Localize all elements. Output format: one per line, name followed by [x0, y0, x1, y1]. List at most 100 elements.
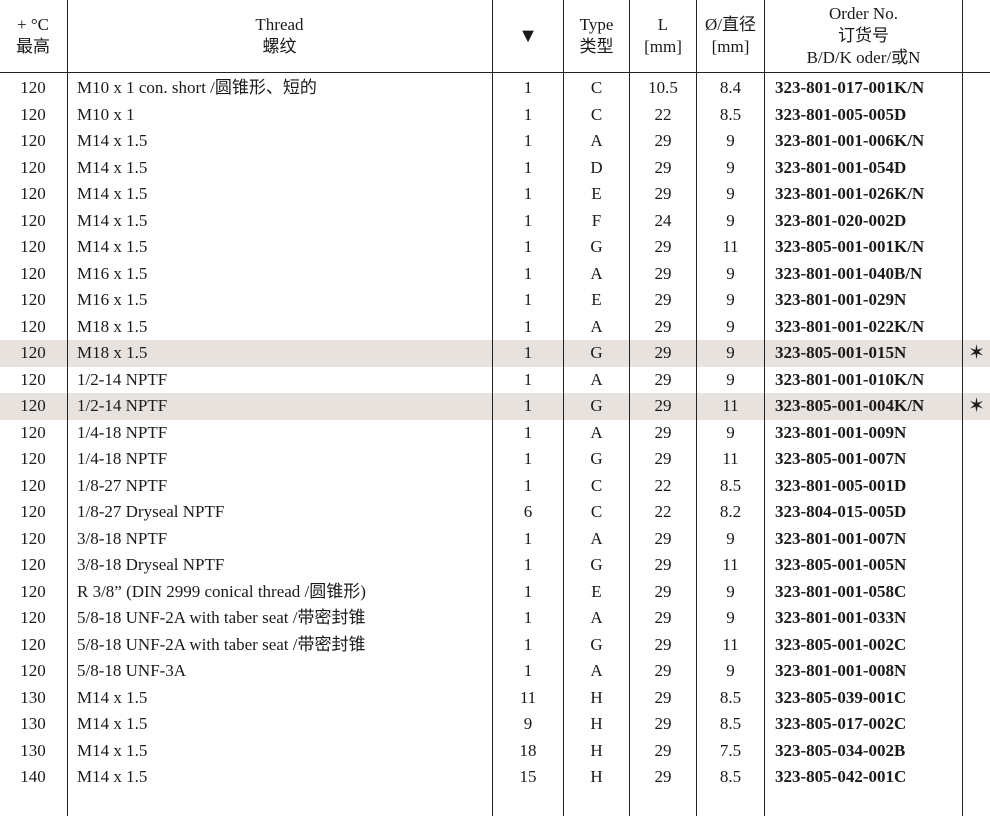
- order-number-cell: 323-801-005-001D: [775, 475, 907, 495]
- col-divider: [764, 0, 765, 816]
- triangle-down-icon: ▼: [518, 25, 538, 47]
- diameter-cell: 9: [726, 422, 735, 442]
- length-cell: 29: [654, 263, 672, 283]
- thread-cell: 5/8-18 UNF-2A with taber seat /带密封锥: [77, 608, 366, 627]
- temp-cell: 120: [20, 661, 46, 680]
- thread-cell: M14 x 1.5: [77, 740, 148, 760]
- length-cell: 29: [654, 581, 672, 601]
- quantity-cell: 1: [523, 634, 533, 654]
- temp-cell: 120: [20, 475, 46, 495]
- length-cell: 29: [654, 714, 672, 733]
- temp-cell: 120: [20, 369, 46, 389]
- quantity-cell: 1: [523, 210, 533, 230]
- order-number-cell: 323-805-042-001C: [775, 767, 907, 786]
- length-cell: 29: [654, 369, 672, 389]
- quantity-cell: 1: [523, 263, 533, 283]
- temp-cell: 120: [20, 608, 46, 627]
- order-number-cell: 323-801-001-054D: [775, 157, 907, 177]
- quantity-cell: 1: [523, 661, 533, 680]
- temp-cell: 120: [20, 184, 46, 203]
- order-number-cell: 323-801-001-006K/N: [775, 131, 925, 150]
- table-row: 120 5/8-18 UNF-3A 1 A 29 9 323-801-001-008N: [0, 658, 990, 685]
- length-cell: 29: [654, 237, 672, 256]
- thread-cell: M18 x 1.5: [77, 316, 148, 336]
- order-number-cell: 323-804-015-005D: [775, 502, 907, 521]
- header-type: Type 类型: [564, 0, 629, 72]
- table-row: 120 R 3/8” (DIN 2999 conical thread /圆锥形)…: [0, 579, 990, 606]
- star-icon: [963, 738, 990, 765]
- table-row: 120 M18 x 1.5 1 A 29 9 323-801-001-022K/N: [0, 314, 990, 341]
- table-row: 120 M14 x 1.5 1 F 24 9 323-801-020-002D: [0, 208, 990, 235]
- diameter-cell: 8.5: [719, 104, 742, 124]
- length-cell: 29: [654, 316, 672, 336]
- diameter-cell: 9: [726, 210, 735, 230]
- diameter-cell: 9: [726, 157, 735, 177]
- star-icon: [963, 420, 990, 447]
- star-icon: [963, 128, 990, 155]
- diameter-cell: 9: [726, 581, 735, 601]
- order-number-cell: 323-801-001-033N: [775, 608, 907, 627]
- diameter-cell: 8.5: [719, 687, 742, 707]
- type-cell: H: [590, 767, 603, 786]
- temp-cell: 120: [20, 555, 46, 574]
- quantity-cell: 15: [519, 767, 537, 786]
- order-number-cell: 323-801-001-058C: [775, 581, 907, 601]
- type-cell: G: [590, 555, 603, 574]
- table-row: 120 1/8-27 Dryseal NPTF 6 C 22 8.2 323-804-015…: [0, 499, 990, 526]
- col-divider: [563, 0, 564, 816]
- type-cell: A: [590, 316, 603, 336]
- diameter-cell: 11: [722, 634, 739, 654]
- diameter-cell: 8.5: [719, 714, 742, 733]
- length-cell: 22: [654, 502, 672, 521]
- diameter-cell: 9: [726, 343, 735, 362]
- quantity-cell: 1: [523, 237, 533, 256]
- order-number-cell: 323-801-001-007N: [775, 528, 907, 548]
- thread-cell: 1/4-18 NPTF: [77, 422, 168, 442]
- diameter-cell: 8.4: [719, 78, 742, 97]
- thread-cell: M14 x 1.5: [77, 714, 148, 733]
- table-row: 120 M14 x 1.5 1 A 29 9 323-801-001-006K/N: [0, 128, 990, 155]
- table-row: 130 M14 x 1.5 9 H 29 8.5 323-805-017-002C: [0, 711, 990, 738]
- temp-cell: 120: [20, 449, 46, 468]
- quantity-cell: 1: [523, 131, 533, 150]
- quantity-cell: 11: [519, 687, 537, 707]
- quantity-cell: 1: [523, 396, 533, 415]
- header-order-line2: 订货号: [838, 26, 889, 45]
- quantity-cell: 18: [519, 740, 537, 760]
- quantity-cell: 1: [523, 369, 533, 389]
- length-cell: 29: [654, 767, 672, 786]
- length-cell: 24: [654, 210, 672, 230]
- table-row: 140 M14 x 1.5 15 H 29 8.5 323-805-042-001C: [0, 764, 990, 791]
- type-cell: A: [590, 369, 603, 389]
- thread-cell: M10 x 1 con. short /圆锥形、短的: [77, 78, 317, 97]
- order-number-cell: 323-801-005-005D: [775, 104, 907, 124]
- table-row: 120 M14 x 1.5 1 D 29 9 323-801-001-054D: [0, 155, 990, 182]
- order-number-cell: 323-801-017-001K/N: [775, 78, 925, 97]
- length-cell: 29: [654, 184, 672, 203]
- header-length: L [mm]: [630, 0, 696, 72]
- diameter-cell: 11: [722, 396, 739, 415]
- length-cell: 29: [654, 740, 672, 760]
- type-cell: G: [590, 237, 603, 256]
- header-diameter-line2: [mm]: [711, 37, 750, 56]
- quantity-cell: 1: [523, 316, 533, 336]
- header-thread-line1: Thread: [255, 15, 304, 34]
- order-number-cell: 323-805-001-005N: [775, 555, 907, 574]
- diameter-cell: 8.5: [719, 475, 742, 495]
- length-cell: 29: [654, 290, 672, 309]
- length-cell: 29: [654, 608, 672, 627]
- diameter-cell: 9: [726, 263, 735, 283]
- table-row: 120 1/8-27 NPTF 1 C 22 8.5 323-801-005-001D: [0, 473, 990, 500]
- table-row: 120 M16 x 1.5 1 A 29 9 323-801-001-040B/N: [0, 261, 990, 288]
- table-row: 120 M10 x 1 1 C 22 8.5 323-801-005-005D: [0, 102, 990, 129]
- type-cell: H: [590, 740, 603, 760]
- header-triangle: ▼: [493, 0, 563, 72]
- type-cell: G: [590, 396, 603, 415]
- type-cell: A: [590, 263, 603, 283]
- table-row: 120 M16 x 1.5 1 E 29 9 323-801-001-029N: [0, 287, 990, 314]
- header-order-line1: Order No.: [829, 4, 898, 23]
- table-row: 130 M14 x 1.5 11 H 29 8.5 323-805-039-001C: [0, 685, 990, 712]
- temp-cell: 120: [20, 263, 46, 283]
- order-number-cell: 323-801-001-026K/N: [775, 184, 925, 203]
- diameter-cell: 11: [722, 555, 739, 574]
